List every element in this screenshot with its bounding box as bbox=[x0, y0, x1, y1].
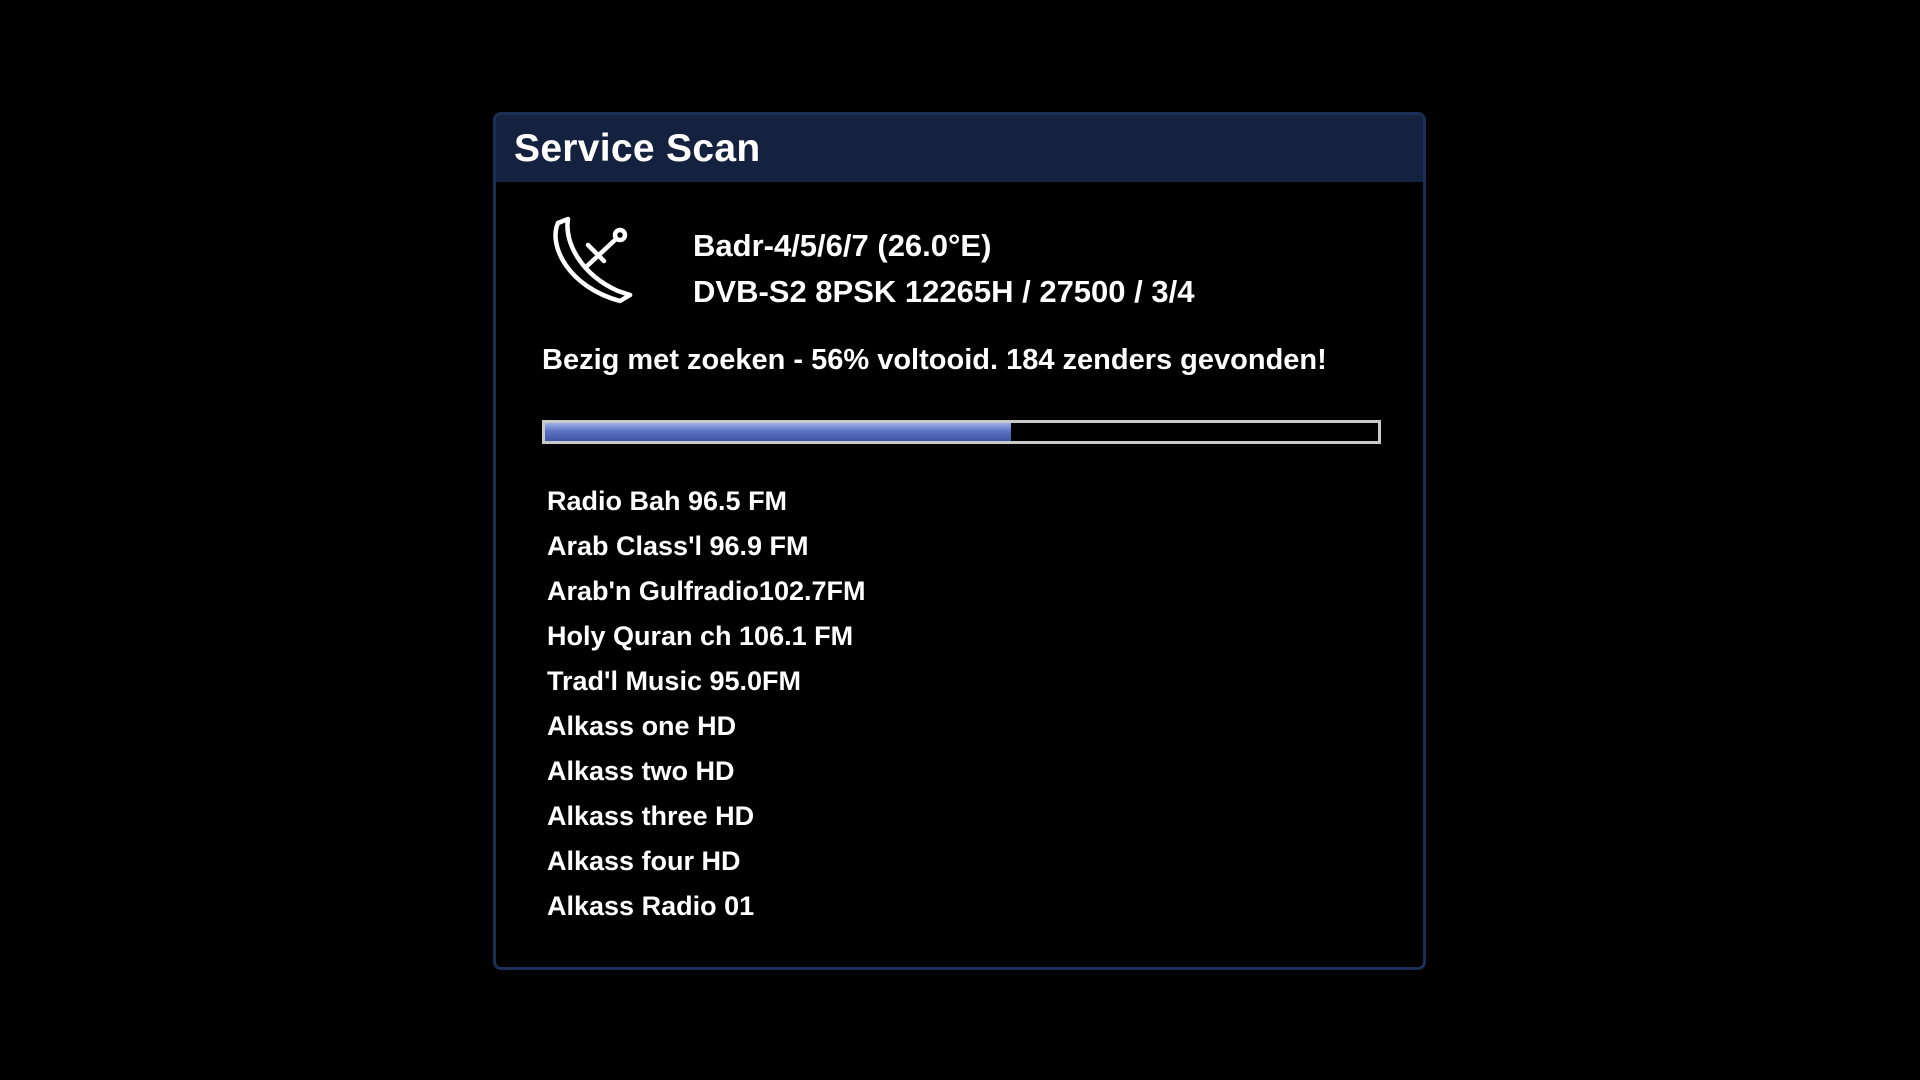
service-list-item: Alkass one HD bbox=[547, 711, 737, 741]
service-list-item: Holy Quran ch 106.1 FM bbox=[547, 621, 854, 651]
scan-status-text: Bezig met zoeken - 56% voltooid. 184 zen… bbox=[542, 344, 1327, 376]
screen: Service Scan Badr-4/5/6/7 (26.0°E) DVB-S… bbox=[0, 0, 1920, 1080]
satellite-dish-icon bbox=[553, 216, 633, 304]
service-list-item: Trad'l Music 95.0FM bbox=[547, 666, 801, 696]
transponder-info: DVB-S2 8PSK 12265H / 27500 / 3/4 bbox=[693, 274, 1195, 309]
service-list-item: Alkass four HD bbox=[547, 846, 741, 876]
scan-progress-bar bbox=[542, 420, 1381, 444]
service-list-item: Alkass three HD bbox=[547, 801, 755, 831]
service-list-item: Radio Bah 96.5 FM bbox=[547, 486, 788, 516]
dialog-titlebar: Service Scan bbox=[496, 115, 1423, 182]
satellite-info: Badr-4/5/6/7 (26.0°E) DVB-S2 8PSK 12265H… bbox=[693, 223, 1194, 315]
service-list-item: Arab'n Gulfradio102.7FM bbox=[547, 576, 866, 606]
service-list-item: Alkass two HD bbox=[547, 756, 735, 786]
satellite-name: Badr-4/5/6/7 (26.0°E) bbox=[693, 228, 992, 263]
service-list-item: Arab Class'l 96.9 FM bbox=[547, 531, 809, 561]
service-list-item: Alkass Radio 01 bbox=[547, 891, 755, 921]
scan-progress-fill bbox=[545, 423, 1012, 441]
found-services-list: Radio Bah 96.5 FM Arab Class'l 96.9 FM Ara… bbox=[547, 479, 865, 929]
dialog-title: Service Scan bbox=[514, 126, 761, 170]
service-scan-dialog: Service Scan Badr-4/5/6/7 (26.0°E) DVB-S… bbox=[493, 112, 1426, 970]
